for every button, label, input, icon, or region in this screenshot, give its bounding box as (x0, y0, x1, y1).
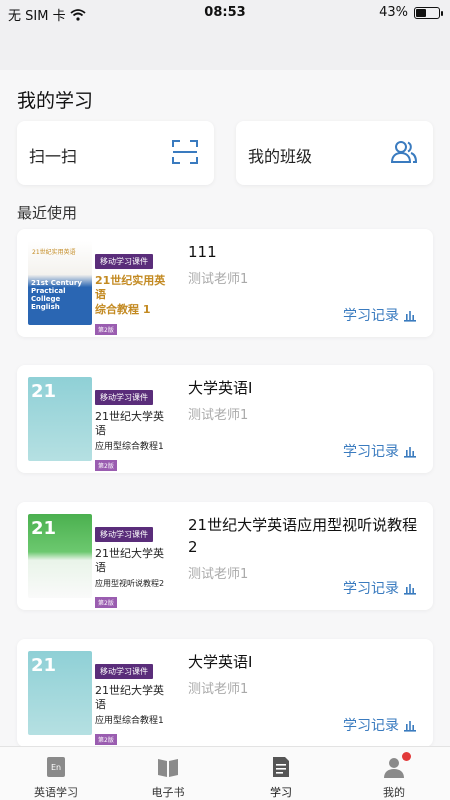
course-card[interactable]: 21 移动学习课件 21世纪大学英语应用型综合教程1 第2版 大学英语I 测试老… (17, 639, 433, 747)
my-class-button[interactable]: 我的班级 (236, 121, 433, 185)
bar-chart-icon (404, 721, 416, 732)
banner-line-1: 21世纪大学英语 (95, 547, 164, 575)
course-banner: 移动学习课件 21世纪大学英语应用型综合教程1 第2版 (95, 659, 173, 746)
english-study-icon: En (47, 757, 65, 777)
course-cover: 21 (28, 377, 92, 461)
tab-label: 英语学习 (34, 786, 78, 799)
cover-number: 21 (31, 518, 57, 539)
tab-label: 电子书 (151, 786, 185, 799)
banner-line-1: 21世纪大学英语 (95, 410, 164, 438)
course-banner: 移动学习课件 21世纪大学英语应用型综合教程1 第2版 (95, 385, 173, 472)
tab-label: 学习 (270, 786, 292, 799)
study-record-link[interactable]: 学习记录 (343, 305, 417, 325)
course-teacher: 测试老师1 (188, 408, 249, 423)
cover-top-text: 21世纪实用英语 (32, 249, 76, 256)
banner-line-1: 21世纪大学英语 (95, 684, 164, 712)
class-group-icon (390, 141, 418, 163)
mobile-courseware-badge: 移动学习课件 (95, 527, 153, 542)
page-title: 我的学习 (17, 90, 94, 112)
bar-chart-icon (404, 447, 416, 458)
course-cover: 21 (28, 651, 92, 735)
tab-label: 我的 (383, 786, 405, 799)
tab-profile[interactable]: 我的 (338, 747, 450, 800)
mobile-courseware-badge: 移动学习课件 (95, 664, 153, 679)
study-record-label: 学习记录 (343, 308, 399, 324)
svg-text:En: En (51, 763, 61, 772)
study-record-label: 学习记录 (343, 444, 399, 460)
course-banner: 移动学习课件 21世纪实用英语 综合教程 1 第2版 (95, 249, 173, 335)
mobile-courseware-badge: 移动学习课件 (95, 390, 153, 405)
tab-study[interactable]: 学习 (225, 747, 337, 800)
study-record-link[interactable]: 学习记录 (343, 441, 417, 461)
tab-english-study[interactable]: En 英语学习 (0, 747, 112, 800)
course-banner: 移动学习课件 21世纪大学英语应用型视听说教程2 第2版 (95, 522, 173, 608)
study-record-link[interactable]: 学习记录 (343, 715, 417, 735)
bar-chart-icon (404, 311, 416, 322)
cover-series-text: 21st Century Practical College English (31, 279, 82, 312)
course-teacher: 测试老师1 (188, 567, 249, 582)
scan-icon (172, 140, 198, 164)
my-class-label: 我的班级 (248, 147, 313, 166)
study-record-label: 学习记录 (343, 718, 399, 734)
recent-section-title: 最近使用 (17, 204, 78, 222)
tab-ebook[interactable]: 电子书 (112, 747, 224, 800)
edition-badge: 第2版 (95, 460, 117, 472)
course-cover: 21世纪实用英语 21st Century Practical College … (28, 241, 92, 325)
course-teacher: 测试老师1 (188, 272, 249, 287)
banner-line-2: 应用型视听说教程2 (95, 578, 165, 588)
scan-button[interactable]: 扫一扫 (17, 121, 214, 185)
course-card[interactable]: 21世纪实用英语 21st Century Practical College … (17, 229, 433, 337)
bottom-tab-bar: En 英语学习 电子书 学习 我的 (0, 746, 450, 800)
study-record-link[interactable]: 学习记录 (343, 578, 417, 598)
notification-dot (402, 752, 411, 761)
course-title: 大学英语I (188, 653, 253, 671)
mobile-courseware-badge: 移动学习课件 (95, 254, 153, 269)
banner-line-1: 21世纪实用英语 (95, 274, 166, 302)
course-title: 111 (188, 243, 217, 261)
edition-badge: 第2版 (95, 323, 117, 335)
course-card[interactable]: 21 移动学习课件 21世纪大学英语应用型综合教程1 第2版 大学英语I 测试老… (17, 365, 433, 473)
status-bar: 无 SIM 卡 08:53 43% (0, 0, 450, 28)
cover-number: 21 (31, 655, 57, 676)
edition-badge: 第2版 (95, 734, 117, 746)
study-icon (273, 757, 289, 777)
cover-number: 21 (31, 381, 57, 402)
course-title: 21世纪大学英语应用型视听说教程2 (188, 516, 418, 556)
header-spacer (0, 28, 450, 70)
banner-line-2: 应用型综合教程1 (95, 441, 164, 452)
banner-line-2: 综合教程 1 (95, 302, 151, 316)
course-card[interactable]: 21 移动学习课件 21世纪大学英语 应用型视听说教程2 第2版 21世纪大学英语… (17, 502, 433, 610)
edition-badge: 第2版 (95, 596, 117, 608)
study-record-label: 学习记录 (343, 581, 399, 597)
ebook-icon (158, 759, 178, 777)
course-cover: 21 (28, 514, 92, 598)
bar-chart-icon (404, 584, 416, 595)
banner-line-2: 应用型综合教程1 (95, 715, 164, 726)
battery-icon (414, 6, 443, 19)
scan-label: 扫一扫 (29, 147, 78, 166)
battery-percent: 43% (379, 5, 408, 20)
course-teacher: 测试老师1 (188, 682, 249, 697)
course-title: 大学英语I (188, 379, 253, 397)
